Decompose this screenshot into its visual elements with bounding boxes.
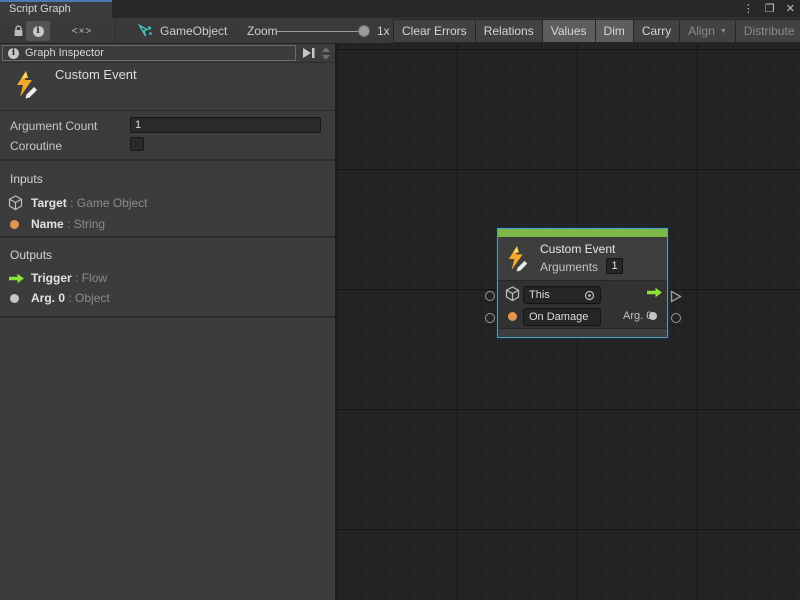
window-controls: ⋮ ❐ ✕ — [743, 0, 795, 18]
tab-label: Script Graph — [9, 3, 71, 15]
target-picker-icon[interactable] — [584, 290, 595, 301]
zoom-label: Zoom — [247, 24, 278, 38]
node-input-port-this[interactable] — [485, 291, 495, 301]
gray-dot-icon — [8, 290, 26, 306]
code-icon: <×> — [72, 26, 93, 37]
node-arg0-label: Arg. 0 — [623, 310, 652, 322]
output-row-trigger: Trigger : Flow — [0, 270, 335, 286]
graph-inspector-panel: i Graph Inspector Custom Event Argument … — [0, 44, 336, 600]
port-name: Trigger : Flow — [31, 271, 107, 285]
orange-dot-icon — [508, 312, 517, 321]
distribute-label: Distribute — [744, 24, 795, 38]
custom-event-icon — [13, 70, 41, 103]
gameobject-icon — [138, 24, 153, 39]
carry-button[interactable]: Carry — [633, 19, 680, 43]
section-divider — [0, 316, 335, 318]
gray-dot-icon — [649, 312, 657, 320]
gameobject-label[interactable]: GameObject — [160, 24, 227, 38]
toolbar-separator — [115, 20, 116, 42]
orange-dot-icon — [8, 216, 26, 232]
align-label: Align — [688, 24, 715, 38]
node-body: This On Damage Arg. 0 — [498, 281, 667, 328]
outputs-section-title: Outputs — [10, 248, 52, 262]
scroll-up-icon[interactable] — [322, 47, 330, 52]
node-output-port-trigger[interactable] — [670, 290, 682, 303]
info-icon: i — [8, 48, 19, 59]
event-name-value: On Damage — [529, 311, 595, 323]
relations-button[interactable]: Relations — [475, 19, 543, 43]
zoom-slider-knob[interactable] — [358, 25, 370, 37]
divider — [0, 110, 335, 111]
lock-icon — [12, 24, 25, 38]
port-type: : Flow — [75, 271, 107, 285]
zoom-slider-track[interactable] — [277, 31, 370, 32]
maximize-icon[interactable]: ❐ — [765, 0, 775, 18]
section-divider — [0, 236, 335, 238]
event-name-field[interactable]: On Damage — [523, 308, 601, 326]
divider — [0, 62, 335, 63]
scroll-down-icon[interactable] — [322, 55, 330, 60]
dim-toggle-button[interactable]: Dim — [595, 19, 634, 43]
game-object-cube-icon — [505, 286, 520, 305]
window-menu-icon[interactable]: ⋮ — [743, 0, 754, 18]
panel-scroll-spinner[interactable] — [319, 45, 332, 62]
input-row-name: Name : String — [0, 216, 335, 232]
custom-event-node[interactable]: Custom Event Arguments 1 This — [497, 228, 668, 338]
green-flow-arrow-icon — [8, 270, 26, 286]
port-type: : Game Object — [70, 196, 147, 210]
port-type: : String — [67, 217, 105, 231]
this-target-dropdown[interactable]: This — [523, 286, 601, 304]
this-value: This — [529, 289, 584, 301]
toolbar-buttons: Clear Errors Relations Values Dim Carry … — [394, 19, 800, 43]
game-object-cube-icon — [8, 195, 26, 211]
node-arguments-label: Arguments — [540, 260, 598, 274]
coroutine-checkbox[interactable] — [130, 137, 144, 151]
node-output-port-arg0[interactable] — [671, 313, 681, 323]
align-dropdown-button[interactable]: Align ▼ — [679, 19, 736, 43]
zoom-value: 1x — [377, 18, 390, 44]
node-arguments-value[interactable]: 1 — [606, 258, 623, 274]
code-preview-button[interactable]: <×> — [70, 21, 94, 41]
dock-icon — [301, 46, 316, 60]
custom-event-icon — [505, 245, 531, 276]
argument-count-label: Argument Count — [10, 119, 97, 133]
inspector-node-title: Custom Event — [55, 67, 137, 82]
port-name: Name : String — [31, 217, 105, 231]
clear-errors-button[interactable]: Clear Errors — [393, 19, 476, 43]
distribute-dropdown-button[interactable]: Distribute ▼ — [735, 19, 800, 43]
info-icon: i — [33, 26, 44, 37]
port-name: Arg. 0 : Object — [31, 291, 110, 305]
graph-inspector-title: Graph Inspector — [25, 47, 104, 59]
port-name: Target : Game Object — [31, 196, 148, 210]
node-title: Custom Event — [540, 242, 615, 256]
info-toggle-button[interactable]: i — [26, 21, 50, 41]
port-type: : Object — [68, 291, 109, 305]
tab-script-graph[interactable]: Script Graph — [0, 0, 112, 18]
graph-canvas[interactable]: Custom Event Arguments 1 This — [336, 44, 800, 600]
titlebar: Script Graph ⋮ ❐ ✕ — [0, 0, 800, 18]
dock-panel-button[interactable] — [301, 46, 316, 60]
section-divider — [0, 159, 335, 161]
node-event-color-bar — [498, 229, 667, 237]
chevron-down-icon: ▼ — [720, 28, 727, 35]
argument-count-input[interactable] — [130, 117, 321, 133]
coroutine-label: Coroutine — [10, 139, 62, 153]
node-header[interactable]: Custom Event Arguments 1 — [498, 237, 667, 281]
graph-inspector-header: i Graph Inspector — [2, 45, 296, 61]
node-input-port-name[interactable] — [485, 313, 495, 323]
node-footer — [498, 328, 667, 336]
toolbar: i <×> GameObject Zoom 1x Clear Errors Re… — [0, 18, 800, 44]
close-icon[interactable]: ✕ — [786, 0, 795, 18]
input-row-target: Target : Game Object — [0, 195, 335, 211]
green-flow-arrow-icon — [646, 287, 663, 301]
inputs-section-title: Inputs — [10, 172, 43, 186]
values-toggle-button[interactable]: Values — [542, 19, 596, 43]
unity-script-graph-window: Script Graph ⋮ ❐ ✕ i <×> — [0, 0, 800, 600]
output-row-arg0: Arg. 0 : Object — [0, 290, 335, 306]
